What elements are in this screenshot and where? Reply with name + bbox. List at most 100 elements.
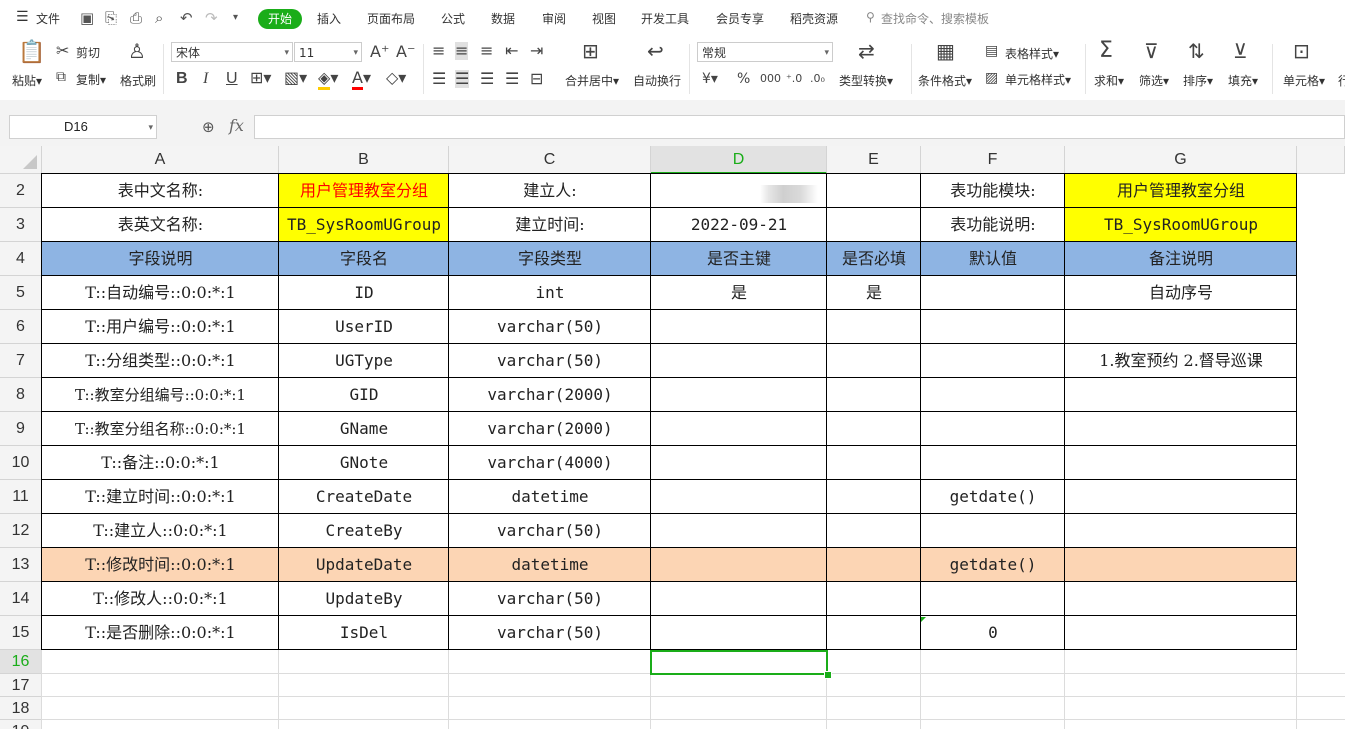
cell-e2[interactable] [827,174,921,208]
type-convert-icon[interactable]: ⇄ [858,41,875,61]
redo-icon[interactable]: ↷ [205,10,218,26]
sum-icon[interactable]: Σ [1099,40,1113,62]
cell-a10[interactable]: T::备注::0:0:*:1 [42,446,279,480]
distributed-icon[interactable]: ⊟ [530,70,543,88]
font-color-icon[interactable]: A▾ [352,68,371,90]
wrap-text-icon[interactable]: ↩ [647,41,664,61]
cell-g12[interactable] [1065,514,1297,548]
row-header-5[interactable]: 5 [0,276,42,310]
cell-a3[interactable]: 表英文名称: [42,208,279,242]
cell-e13[interactable] [827,548,921,582]
number-format-select[interactable]: 常规 ▾ [697,42,833,62]
print-preview-icon[interactable]: ⌕ [155,10,163,26]
cell-b15[interactable]: IsDel [279,616,449,650]
tab-docer[interactable]: 稻壳资源 [790,10,838,27]
cell-d12[interactable] [651,514,827,548]
paste-icon[interactable]: 📋 [18,42,45,64]
row-header-15[interactable]: 15 [0,616,42,650]
cell-d3[interactable]: 2022-09-21 [651,208,827,242]
cell-g8[interactable] [1065,378,1297,412]
name-box[interactable]: D16 ▾ [9,115,157,139]
cell-f5[interactable] [921,276,1065,310]
quick-access-dropdown-icon[interactable]: ▾ [233,10,238,26]
cell-c6[interactable]: varchar(50) [449,310,651,344]
cell-e8[interactable] [827,378,921,412]
cell-g14[interactable] [1065,582,1297,616]
cell-b7[interactable]: UGType [279,344,449,378]
justify-icon[interactable]: ☰ [505,70,519,88]
command-search-input[interactable]: 查找命令、搜索模板 [881,10,989,27]
print-icon[interactable]: ⎙ [130,10,142,26]
cell-f4[interactable]: 默认值 [921,242,1065,276]
cell-button[interactable]: 单元格▾ [1283,72,1325,89]
cell-f15[interactable]: 0 [921,616,1065,650]
hamburger-menu-icon[interactable]: ☰ [16,9,29,25]
column-header-blank[interactable] [1297,146,1345,174]
row-header-4[interactable]: 4 [0,242,42,276]
cell-f10[interactable] [921,446,1065,480]
cell-a4[interactable]: 字段说明 [42,242,279,276]
align-right-icon[interactable]: ☰ [480,70,494,88]
cell-d6[interactable] [651,310,827,344]
formula-input[interactable] [254,115,1345,139]
cell-a8[interactable]: T::教室分组编号::0:0:*:1 [42,378,279,412]
menu-file[interactable]: 文件 [36,10,60,27]
sum-button[interactable]: 求和▾ [1094,72,1124,89]
column-header-f[interactable]: F [921,146,1065,174]
table-style-button[interactable]: 表格样式▾ [1005,45,1059,62]
active-cell-d16[interactable] [650,650,828,675]
cell-f2[interactable]: 表功能模块: [921,174,1065,208]
cell-d5[interactable]: 是 [651,276,827,310]
cell-e14[interactable] [827,582,921,616]
row-header-18[interactable]: 18 [0,697,42,720]
cell-f12[interactable] [921,514,1065,548]
row-header-9[interactable]: 9 [0,412,42,446]
align-center-icon[interactable]: ☰ [455,70,470,88]
cell-b6[interactable]: UserID [279,310,449,344]
tab-review[interactable]: 审阅 [542,10,566,27]
column-header-g[interactable]: G [1065,146,1297,174]
cut-button[interactable]: 剪切 [76,44,100,61]
cell-f14[interactable] [921,582,1065,616]
cell-e5[interactable]: 是 [827,276,921,310]
cell-icon[interactable]: ⊡ [1293,41,1310,61]
save-icon[interactable]: ▣ [80,10,94,26]
column-header-a[interactable]: A [42,146,279,174]
cell-c4[interactable]: 字段类型 [449,242,651,276]
tab-developer[interactable]: 开发工具 [641,10,689,27]
underline-icon[interactable]: U [226,70,238,88]
cell-b10[interactable]: GNote [279,446,449,480]
fx-icon[interactable]: fx [229,116,244,135]
cell-a2[interactable]: 表中文名称: [42,174,279,208]
cell-e10[interactable] [827,446,921,480]
sort-button[interactable]: 排序▾ [1183,72,1213,89]
cell-f13[interactable]: getdate() [921,548,1065,582]
cell-c10[interactable]: varchar(4000) [449,446,651,480]
align-middle-icon[interactable]: ≡ [455,42,469,60]
cell-c9[interactable]: varchar(2000) [449,412,651,446]
cell-a13[interactable]: T::修改时间::0:0:*:1 [42,548,279,582]
cell-b13[interactable]: UpdateDate [279,548,449,582]
cell-g11[interactable] [1065,480,1297,514]
align-left-icon[interactable]: ☰ [432,70,446,88]
row-header-11[interactable]: 11 [0,480,42,514]
cell-c13[interactable]: datetime [449,548,651,582]
cell-d7[interactable] [651,344,827,378]
cell-b11[interactable]: CreateDate [279,480,449,514]
type-convert-button[interactable]: 类型转换▾ [839,72,893,89]
thousands-icon[interactable]: 000 [760,70,781,88]
tab-data[interactable]: 数据 [491,10,515,27]
zoom-icon[interactable]: ⊕ [202,118,215,136]
fill-handle[interactable] [824,671,832,679]
cell-g5[interactable]: 自动序号 [1065,276,1297,310]
row-header-12[interactable]: 12 [0,514,42,548]
cell-c5[interactable]: int [449,276,651,310]
cell-e9[interactable] [827,412,921,446]
cell-b14[interactable]: UpdateBy [279,582,449,616]
align-top-icon[interactable]: ≡ [432,42,445,60]
cell-a6[interactable]: T::用户编号::0:0:*:1 [42,310,279,344]
row-header-14[interactable]: 14 [0,582,42,616]
conditional-format-button[interactable]: 条件格式▾ [918,72,972,89]
cell-a7[interactable]: T::分组类型::0:0:*:1 [42,344,279,378]
row-header-7[interactable]: 7 [0,344,42,378]
